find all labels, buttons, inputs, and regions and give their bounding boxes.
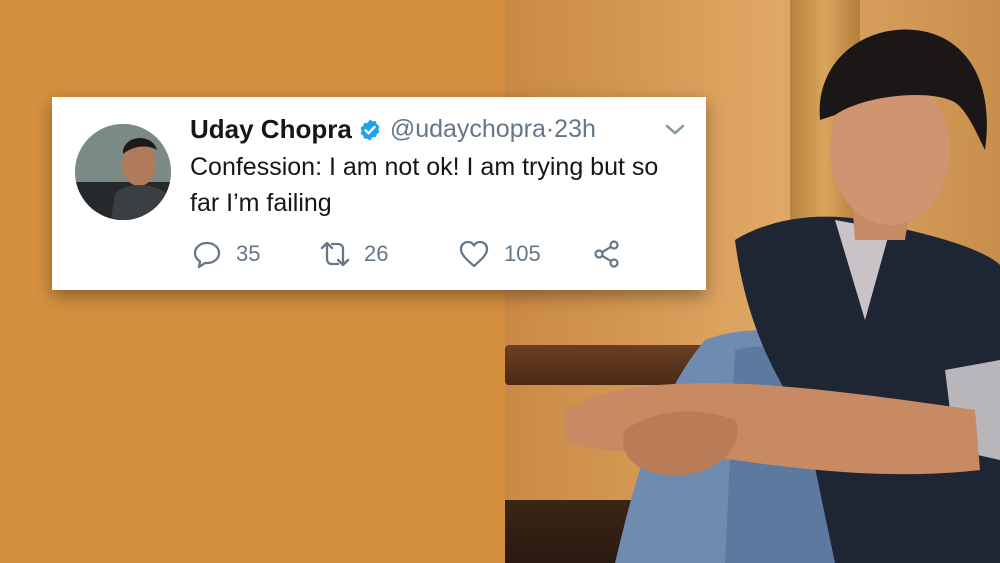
tweet-actions: 35 26 105 (192, 239, 632, 271)
time-separator: · (545, 115, 555, 143)
tweet-header: Uday Chopra @udaychopra · 23h (190, 114, 596, 145)
like-button[interactable]: 105 (458, 239, 541, 269)
like-count: 105 (504, 241, 541, 266)
reply-icon (193, 241, 221, 269)
retweet-button[interactable]: 26 (318, 239, 388, 269)
reply-count: 35 (236, 241, 261, 266)
display-name[interactable]: Uday Chopra (190, 114, 352, 145)
avatar-image (75, 124, 171, 220)
retweet-count: 26 (364, 241, 389, 266)
share-icon (594, 240, 619, 268)
timestamp[interactable]: 23h (554, 115, 596, 144)
retweet-icon (320, 241, 350, 267)
chevron-down-icon[interactable] (664, 123, 686, 142)
avatar[interactable] (75, 124, 171, 220)
heart-icon (459, 240, 489, 268)
handle[interactable]: @udaychopra (390, 115, 546, 144)
tweet-card[interactable]: Uday Chopra @udaychopra · 23h Confession… (52, 97, 706, 290)
share-button[interactable] (592, 239, 622, 269)
tweet-text: Confession: I am not ok! I am trying but… (190, 153, 659, 217)
reply-button[interactable]: 35 (192, 239, 260, 269)
verified-badge-icon (358, 118, 382, 142)
